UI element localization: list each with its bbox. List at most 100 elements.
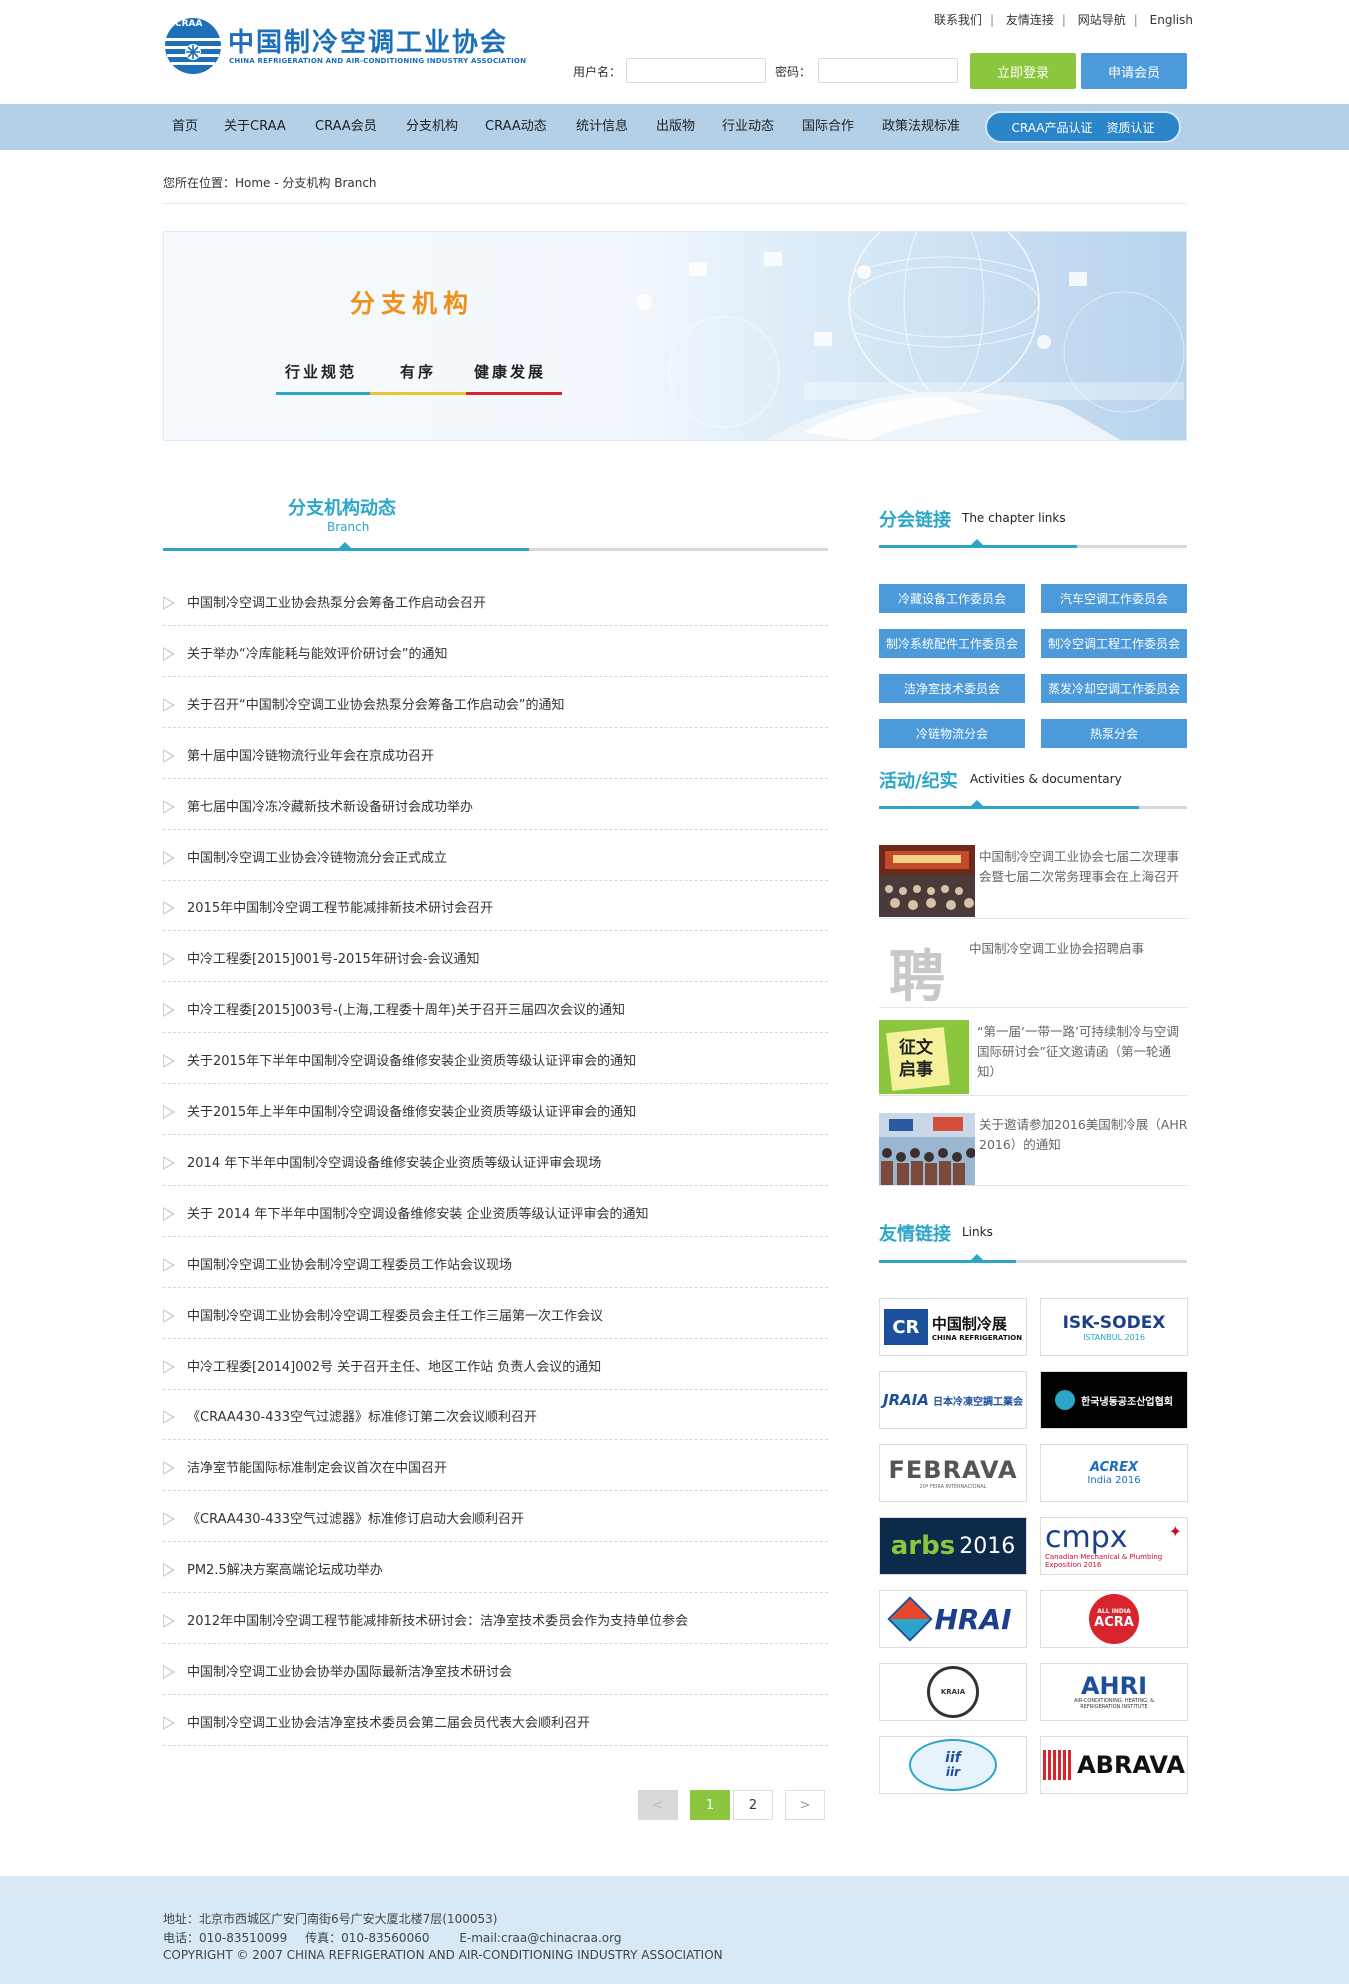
news-item-title[interactable]: 关于召开“中国制冷空调工业协会热泵分会筹备工作启动会”的通知 bbox=[187, 694, 564, 713]
ahri-logo-title: AHRI bbox=[1080, 1672, 1148, 1700]
link-arbs[interactable]: arbs 2016 bbox=[879, 1517, 1027, 1575]
footer-email[interactable]: E-mail:craa@chinacraa.org bbox=[459, 1931, 621, 1945]
activity-item-4[interactable]: 关于邀请参加2016美国制冷展（AHR 2016）的通知 bbox=[879, 1113, 1187, 1185]
link-abrava[interactable]: ABRAVA bbox=[1040, 1736, 1188, 1794]
link-hrai[interactable]: HRAI bbox=[879, 1590, 1027, 1648]
news-item[interactable]: 洁净室节能国际标准制定会议首次在中国召开 bbox=[163, 1441, 828, 1491]
news-item-title[interactable]: 2012年中国制冷空调工程节能减排新技术研讨会：洁净室技术委员会作为支持单位参会 bbox=[187, 1610, 688, 1629]
pager-page-2[interactable]: 2 bbox=[733, 1790, 773, 1820]
activity-item-1[interactable]: 中国制冷空调工业协会七届二次理事会暨七届二次常务理事会在上海召开 bbox=[879, 845, 1187, 919]
chapter-button-4[interactable]: 制冷空调工程工作委员会 bbox=[1041, 629, 1187, 658]
nav-publications[interactable]: 出版物 bbox=[656, 104, 695, 150]
news-item[interactable]: 《CRAA430-433空气过滤器》标准修订启动大会顺利召开 bbox=[163, 1492, 828, 1542]
link-korea-association[interactable]: 한국냉동공조산업협회 bbox=[1040, 1371, 1188, 1429]
chapter-button-7[interactable]: 冷链物流分会 bbox=[879, 719, 1025, 748]
chapter-button-5[interactable]: 洁净室技术委员会 bbox=[879, 674, 1025, 703]
news-item[interactable]: 第七届中国冷冻冷藏新技术新设备研讨会成功举办 bbox=[163, 780, 828, 830]
news-item[interactable]: 中国制冷空调工业协会冷链物流分会正式成立 bbox=[163, 831, 828, 881]
link-ahri[interactable]: AHRI AIR-CONDITIONING, HEATING, & REFRIG… bbox=[1040, 1663, 1188, 1721]
news-item-title[interactable]: 第十届中国冷链物流行业年会在京成功召开 bbox=[187, 745, 434, 764]
chapter-button-1[interactable]: 冷藏设备工作委员会 bbox=[879, 584, 1025, 613]
news-item-title[interactable]: 中国制冷空调工业协会热泵分会筹备工作启动会召开 bbox=[187, 592, 486, 611]
news-item[interactable]: 关于2015年下半年中国制冷空调设备维修安装企业资质等级认证评审会的通知 bbox=[163, 1034, 828, 1084]
nav-international[interactable]: 国际合作 bbox=[802, 104, 854, 150]
link-acra[interactable]: ALL INDIA ACRA bbox=[1040, 1590, 1188, 1648]
news-item[interactable]: 关于 2014 年下半年中国制冷空调设备维修安装 企业资质等级认证评审会的通知 bbox=[163, 1187, 828, 1237]
link-acrex[interactable]: ACREX India 2016 bbox=[1040, 1444, 1188, 1502]
english-link[interactable]: English bbox=[1150, 13, 1193, 27]
news-item-title[interactable]: 关于2015年上半年中国制冷空调设备维修安装企业资质等级认证评审会的通知 bbox=[187, 1101, 636, 1120]
news-item-title[interactable]: 中国制冷空调工业协会协举办国际最新洁净室技术研讨会 bbox=[187, 1661, 512, 1680]
chapter-button-6[interactable]: 蒸发冷却空调工作委员会 bbox=[1041, 674, 1187, 703]
login-button[interactable]: 立即登录 bbox=[970, 53, 1076, 89]
pager-page-1[interactable]: 1 bbox=[690, 1790, 730, 1820]
news-item[interactable]: 关于举办“冷库能耗与能效评价研讨会”的通知 bbox=[163, 627, 828, 677]
nav-statistics[interactable]: 统计信息 bbox=[576, 104, 628, 150]
nav-home[interactable]: 首页 bbox=[172, 104, 198, 150]
news-item[interactable]: 关于2015年上半年中国制冷空调设备维修安装企业资质等级认证评审会的通知 bbox=[163, 1085, 828, 1135]
qualification-certification-link[interactable]: 资质认证 bbox=[1106, 119, 1154, 136]
news-item-title[interactable]: 中国制冷空调工业协会制冷空调工程委员会主任工作三届第一次工作会议 bbox=[187, 1305, 603, 1324]
news-item-title[interactable]: 中国制冷空调工业协会制冷空调工程委员工作站会议现场 bbox=[187, 1254, 512, 1273]
chapter-button-8[interactable]: 热泵分会 bbox=[1041, 719, 1187, 748]
nav-industry[interactable]: 行业动态 bbox=[722, 104, 774, 150]
acrex-logo-sub: India 2016 bbox=[1087, 1475, 1141, 1486]
news-item-title[interactable]: 中冷工程委[2015]001号-2015年研讨会-会议通知 bbox=[187, 948, 480, 967]
news-item[interactable]: 中冷工程委[2015]003号-(上海,工程委十周年)关于召开三届四次会议的通知 bbox=[163, 983, 828, 1033]
link-isk-sodex[interactable]: ISK-SODEX ISTANBUL 2016 bbox=[1040, 1298, 1188, 1356]
link-kraia[interactable]: KRAIA bbox=[879, 1663, 1027, 1721]
friend-link[interactable]: 友情连接 bbox=[1006, 13, 1054, 27]
nav-news[interactable]: CRAA动态 bbox=[485, 104, 547, 150]
news-item-title[interactable]: 关于 2014 年下半年中国制冷空调设备维修安装 企业资质等级认证评审会的通知 bbox=[187, 1203, 648, 1222]
news-item[interactable]: 中国制冷空调工业协会洁净室技术委员会第二届会员代表大会顺利召开 bbox=[163, 1696, 828, 1746]
news-item-title[interactable]: PM2.5解决方案高端论坛成功举办 bbox=[187, 1559, 383, 1578]
link-iif-iir[interactable]: iif iir bbox=[879, 1736, 1027, 1794]
product-certification-link[interactable]: CRAA产品认证 bbox=[1012, 119, 1093, 136]
apply-member-button[interactable]: 申请会员 bbox=[1081, 53, 1187, 89]
username-input[interactable] bbox=[626, 58, 766, 83]
news-item[interactable]: 中国制冷空调工业协会协举办国际最新洁净室技术研讨会 bbox=[163, 1645, 828, 1695]
news-item-title[interactable]: 中国制冷空调工业协会冷链物流分会正式成立 bbox=[187, 847, 447, 866]
news-item-title[interactable]: 《CRAA430-433空气过滤器》标准修订启动大会顺利召开 bbox=[187, 1508, 524, 1527]
news-item[interactable]: 关于召开“中国制冷空调工业协会热泵分会筹备工作启动会”的通知 bbox=[163, 678, 828, 728]
news-item-title[interactable]: 2014 年下半年中国制冷空调设备维修安装企业资质等级认证评审会现场 bbox=[187, 1152, 601, 1171]
news-item-title[interactable]: 中国制冷空调工业协会洁净室技术委员会第二届会员代表大会顺利召开 bbox=[187, 1712, 590, 1731]
news-item[interactable]: 中冷工程委[2014]002号 关于召开主任、地区工作站 负责人会议的通知 bbox=[163, 1340, 828, 1390]
nav-about[interactable]: 关于CRAA bbox=[224, 104, 286, 150]
news-item[interactable]: 中国制冷空调工业协会热泵分会筹备工作启动会召开 bbox=[163, 576, 828, 626]
nav-members[interactable]: CRAA会员 bbox=[315, 104, 377, 150]
news-item[interactable]: 2014 年下半年中国制冷空调设备维修安装企业资质等级认证评审会现场 bbox=[163, 1136, 828, 1186]
news-item[interactable]: PM2.5解决方案高端论坛成功举办 bbox=[163, 1543, 828, 1593]
news-item-title[interactable]: 中冷工程委[2014]002号 关于召开主任、地区工作站 负责人会议的通知 bbox=[187, 1356, 601, 1375]
password-input[interactable] bbox=[818, 58, 958, 83]
sitemap-link[interactable]: 网站导航 bbox=[1078, 13, 1126, 27]
news-item[interactable]: 《CRAA430-433空气过滤器》标准修订第二次会议顺利召开 bbox=[163, 1390, 828, 1440]
news-item[interactable]: 2015年中国制冷空调工程节能减排新技术研讨会召开 bbox=[163, 881, 828, 931]
news-item[interactable]: 中国制冷空调工业协会制冷空调工程委员会主任工作三届第一次工作会议 bbox=[163, 1289, 828, 1339]
news-item-title[interactable]: 洁净室节能国际标准制定会议首次在中国召开 bbox=[187, 1457, 447, 1476]
news-item[interactable]: 2012年中国制冷空调工程节能减排新技术研讨会：洁净室技术委员会作为支持单位参会 bbox=[163, 1594, 828, 1644]
nav-branch[interactable]: 分支机构 bbox=[406, 104, 458, 150]
link-febrava[interactable]: FEBRAVA 20ª FEIRA INTERNACIONAL bbox=[879, 1444, 1027, 1502]
chapter-button-3[interactable]: 制冷系统配件工作委员会 bbox=[879, 629, 1025, 658]
pager-prev[interactable]: < bbox=[638, 1790, 678, 1820]
news-item-title[interactable]: 《CRAA430-433空气过滤器》标准修订第二次会议顺利召开 bbox=[187, 1406, 537, 1425]
link-jraia[interactable]: JRAIA 日本冷凍空調工業会 bbox=[879, 1371, 1027, 1429]
footer-phone: 电话：010-83510099 bbox=[163, 1931, 288, 1945]
news-item-title[interactable]: 第七届中国冷冻冷藏新技术新设备研讨会成功举办 bbox=[187, 796, 473, 815]
contact-link[interactable]: 联系我们 bbox=[934, 13, 982, 27]
activity-item-3[interactable]: 征文启事 “第一届‘一带一路’可持续制冷与空调国际研讨会”征文邀请函（第一轮通知… bbox=[879, 1020, 1187, 1096]
link-china-refrigeration[interactable]: CR 中国制冷展 CHINA REFRIGERATION bbox=[879, 1298, 1027, 1356]
news-item[interactable]: 第十届中国冷链物流行业年会在京成功召开 bbox=[163, 729, 828, 779]
chapter-button-2[interactable]: 汽车空调工作委员会 bbox=[1041, 584, 1187, 613]
news-item-title[interactable]: 关于2015年下半年中国制冷空调设备维修安装企业资质等级认证评审会的通知 bbox=[187, 1050, 636, 1069]
activity-item-2[interactable]: 聘 中国制冷空调工业协会招聘启事 bbox=[879, 930, 1187, 1008]
nav-policy[interactable]: 政策法规标准 bbox=[882, 104, 960, 150]
news-item[interactable]: 中国制冷空调工业协会制冷空调工程委员工作站会议现场 bbox=[163, 1238, 828, 1288]
news-item-title[interactable]: 关于举办“冷库能耗与能效评价研讨会”的通知 bbox=[187, 643, 447, 662]
news-item-title[interactable]: 中冷工程委[2015]003号-(上海,工程委十周年)关于召开三届四次会议的通知 bbox=[187, 999, 625, 1018]
news-item[interactable]: 中冷工程委[2015]001号-2015年研讨会-会议通知 bbox=[163, 932, 828, 982]
link-cmpx[interactable]: cmpx Canadian Mechanical & Plumbing Expo… bbox=[1040, 1517, 1188, 1575]
news-item-title[interactable]: 2015年中国制冷空调工程节能减排新技术研讨会召开 bbox=[187, 897, 493, 916]
pager-next[interactable]: > bbox=[785, 1790, 825, 1820]
